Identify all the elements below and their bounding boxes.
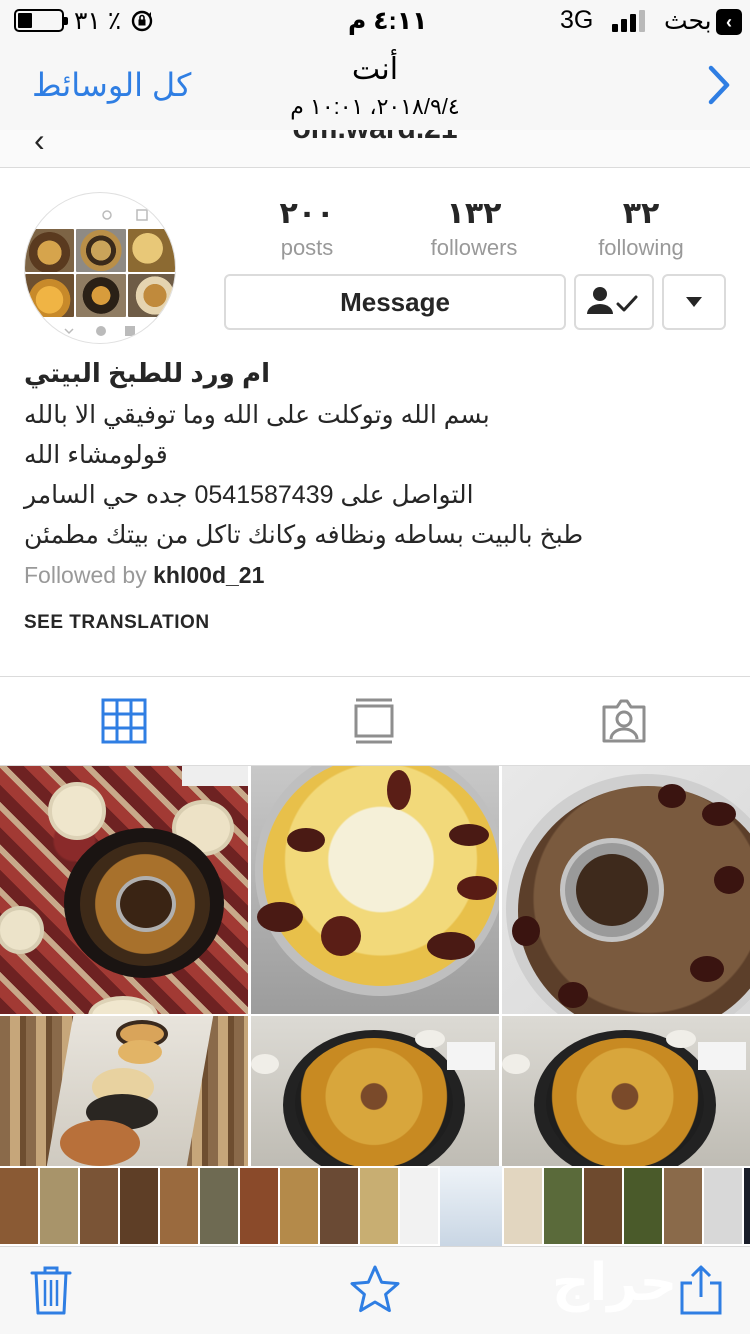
- filmstrip-thumb[interactable]: [400, 1168, 438, 1244]
- watermark-logo: حراج: [552, 1254, 678, 1312]
- filmstrip-thumb[interactable]: [0, 1168, 38, 1244]
- person-check-icon: [587, 287, 638, 314]
- photos-toolbar: حراج: [0, 1246, 750, 1334]
- followers-count: ١٣٢: [446, 197, 502, 230]
- rotation-lock-icon: [131, 10, 153, 32]
- filmstrip-thumb[interactable]: [664, 1168, 702, 1244]
- following-count: ٣٢: [622, 197, 660, 230]
- post-thumbnail[interactable]: [251, 766, 499, 1014]
- feed-icon[interactable]: [350, 697, 398, 745]
- battery-percent: ٣١ ٪: [74, 7, 122, 35]
- bio-line: التواصل على 0541587439 جده حي السامر: [24, 481, 474, 509]
- filmstrip-thumb[interactable]: [584, 1168, 622, 1244]
- post-thumbnail[interactable]: [0, 1016, 248, 1166]
- filmstrip-thumb[interactable]: [120, 1168, 158, 1244]
- status-time: ٤:١١ م: [348, 7, 428, 35]
- filmstrip-thumb[interactable]: [544, 1168, 582, 1244]
- photos-nav-bar: كل الوسائط أنت ٢٠١٨/٩/٤، ١٠:٠١ م: [0, 42, 750, 130]
- profile-name: ام ورد للطبخ البيتي: [24, 358, 270, 388]
- caret-down-icon: [686, 297, 702, 307]
- followed-by[interactable]: Followed by khl00d_21: [24, 562, 264, 589]
- ig-username: om.ward.21: [0, 130, 750, 146]
- followers-label: followers: [430, 235, 518, 260]
- stat-posts[interactable]: ٢٠٠ posts: [232, 196, 382, 261]
- trash-icon[interactable]: [24, 1263, 78, 1317]
- following-button[interactable]: [574, 274, 654, 330]
- status-bar: ٣١ ٪ ٤:١١ م 3G بحث ‹: [0, 0, 750, 42]
- filmstrip-thumb[interactable]: [160, 1168, 198, 1244]
- post-thumbnail[interactable]: [502, 1016, 750, 1166]
- filmstrip-thumb[interactable]: [240, 1168, 278, 1244]
- instagram-header: ‹ om.ward.21: [0, 130, 750, 168]
- followed-by-prefix: Followed by: [24, 562, 147, 588]
- bio-line: طبخ بالبيت بساطه ونظافه وكانك تاكل من بي…: [24, 521, 584, 549]
- post-thumbnail[interactable]: [502, 766, 750, 1014]
- back-to-app-icon[interactable]: ‹: [716, 9, 742, 35]
- avatar[interactable]: [24, 192, 176, 344]
- favorite-star-icon[interactable]: [348, 1263, 402, 1317]
- filmstrip-thumb[interactable]: [320, 1168, 358, 1244]
- carrier-label: بحث: [664, 7, 712, 35]
- signal-icon: [612, 10, 648, 32]
- nav-date: ٢٠١٨/٩/٤، ١٠:٠١ م: [290, 94, 460, 119]
- profile-bio: ام ورد للطبخ البيتي بسم الله وتوكلت على …: [24, 358, 724, 549]
- photo-grid: [0, 766, 750, 1166]
- avatar-toolbar-icons: [102, 209, 175, 221]
- photo-filmstrip[interactable]: [0, 1166, 750, 1246]
- posts-count: ٢٠٠: [279, 197, 335, 230]
- filmstrip-thumb[interactable]: [280, 1168, 318, 1244]
- followed-by-user[interactable]: khl00d_21: [153, 562, 264, 588]
- filmstrip-thumb-current[interactable]: [440, 1166, 502, 1246]
- filmstrip-thumb[interactable]: [40, 1168, 78, 1244]
- share-icon[interactable]: [674, 1263, 728, 1317]
- post-thumbnail[interactable]: [251, 1016, 499, 1166]
- filmstrip-thumb[interactable]: [744, 1168, 750, 1244]
- tagged-icon[interactable]: [600, 697, 648, 745]
- following-label: following: [598, 235, 684, 260]
- filmstrip-thumb[interactable]: [80, 1168, 118, 1244]
- bio-line: قولومشاء الله: [24, 441, 168, 469]
- suggested-dropdown-button[interactable]: [662, 274, 726, 330]
- avatar-collage: [25, 229, 175, 317]
- network-type: 3G: [560, 6, 594, 34]
- profile-tabs: [0, 676, 750, 766]
- see-translation-link[interactable]: SEE TRANSLATION: [24, 612, 210, 634]
- nav-title: أنت: [351, 53, 399, 86]
- stat-following[interactable]: ٣٢ following: [566, 196, 716, 261]
- filmstrip-thumb[interactable]: [624, 1168, 662, 1244]
- grid-icon[interactable]: [100, 697, 148, 745]
- battery-icon: [14, 9, 68, 32]
- stat-followers[interactable]: ١٣٢ followers: [399, 196, 549, 261]
- post-thumbnail[interactable]: [0, 766, 248, 1014]
- posts-label: posts: [280, 235, 334, 260]
- chevron-right-icon[interactable]: [704, 60, 734, 110]
- bio-line: بسم الله وتوكلت على الله وما توفيقي الا …: [24, 401, 490, 429]
- filmstrip-thumb[interactable]: [704, 1168, 742, 1244]
- filmstrip-thumb[interactable]: [504, 1168, 542, 1244]
- message-button[interactable]: Message: [224, 274, 566, 330]
- avatar-bottom-icons: [64, 326, 135, 336]
- filmstrip-thumb[interactable]: [360, 1168, 398, 1244]
- filmstrip-thumb[interactable]: [200, 1168, 238, 1244]
